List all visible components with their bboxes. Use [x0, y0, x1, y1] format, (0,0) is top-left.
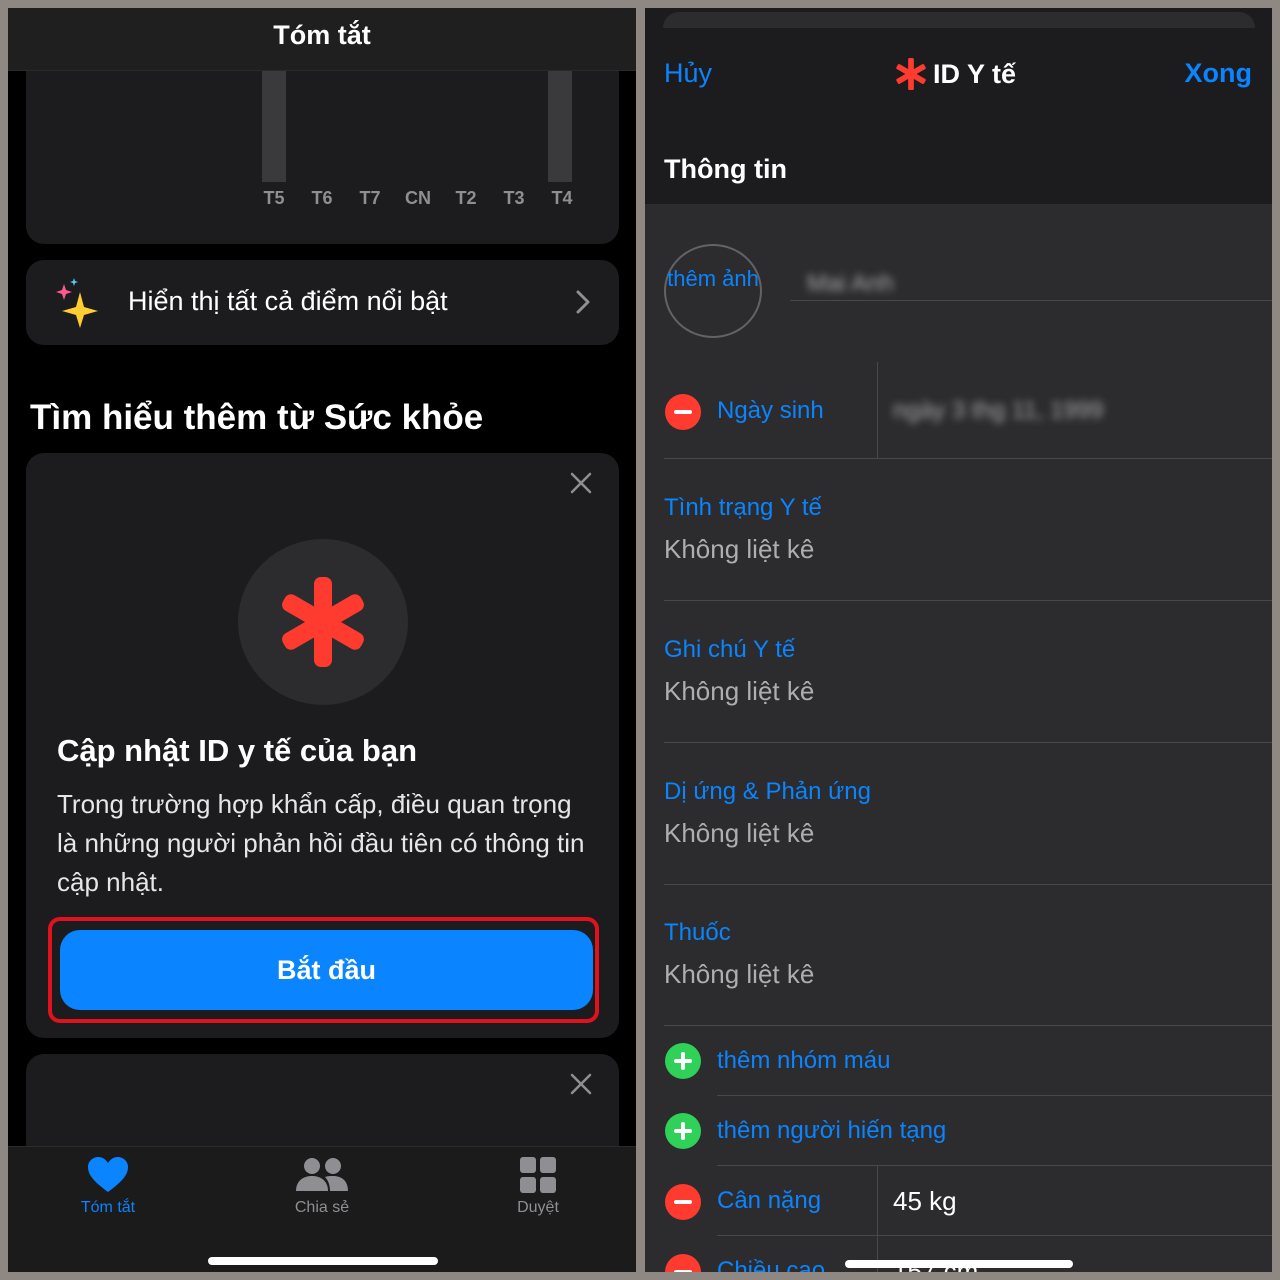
tab-label: Duyệt: [517, 1199, 559, 1216]
tab-bar: Tóm tắt Chia sẻ Duyệt: [8, 1146, 636, 1272]
tab-browse[interactable]: Duyệt: [478, 1157, 598, 1217]
done-button[interactable]: Xong: [1185, 58, 1253, 89]
chevron-right-icon: [576, 290, 590, 314]
chart-day-label: T7: [359, 188, 381, 208]
divider: [664, 458, 1272, 459]
medical-id-edit-screen: Hủy ID Y tế Xong Thông tin thêm ảnh Mai …: [645, 8, 1272, 1272]
home-indicator[interactable]: [208, 1257, 438, 1265]
heart-icon: [88, 1157, 128, 1192]
weight-value[interactable]: 45 kg: [893, 1186, 957, 1217]
height-label: Chiều cao: [717, 1257, 826, 1272]
chart-day-label: T2: [455, 188, 477, 208]
medical-asterisk-icon: [282, 577, 364, 667]
divider: [664, 742, 1272, 743]
medical-id-form: thêm ảnh Mai Anh Ngày sinh ngày 3 thg 11…: [645, 204, 1272, 1272]
remove-height-button[interactable]: [665, 1254, 701, 1272]
divider: [717, 1095, 1272, 1096]
medical-notes-value[interactable]: Không liệt kê: [664, 676, 814, 707]
medical-conditions-value[interactable]: Không liệt kê: [664, 534, 814, 565]
chart-day-label: T3: [503, 188, 525, 208]
activity-chart-card[interactable]: T5 T6 T7 CN T2 T3 T4: [26, 48, 619, 244]
add-organ-donor-label[interactable]: thêm người hiến tạng: [717, 1117, 946, 1145]
add-blood-type-label[interactable]: thêm nhóm máu: [717, 1047, 890, 1075]
title-text: ID Y tế: [933, 58, 1017, 89]
chart-bar-t4: [548, 70, 572, 182]
close-icon[interactable]: [569, 1072, 593, 1096]
tab-label: Chia sẻ: [294, 1199, 350, 1216]
info-section-title: Thông tin: [664, 154, 787, 184]
tab-label: Tóm tắt: [80, 1199, 136, 1216]
medications-label: Thuốc: [664, 919, 731, 946]
medical-asterisk-icon: [896, 58, 926, 90]
remove-weight-button[interactable]: [665, 1184, 701, 1220]
grid-icon: [520, 1157, 556, 1193]
chart-day-label: CN: [405, 188, 431, 208]
medical-conditions-label: Tình trạng Y tế: [664, 494, 822, 521]
page-title: Tóm tắt: [273, 20, 371, 50]
summary-screen: T5 T6 T7 CN T2 T3 T4 Tóm tắt Hiển thị tấ…: [8, 8, 636, 1272]
close-icon[interactable]: [569, 471, 593, 495]
divider: [664, 884, 1272, 885]
medical-id-badge: [238, 539, 408, 705]
page-title: ID Y tế: [895, 58, 1016, 90]
name-field-underline: [790, 300, 1272, 301]
learn-more-section-title: Tìm hiểu thêm từ Sức khỏe: [30, 398, 484, 437]
people-icon: [296, 1158, 348, 1191]
add-organ-donor-button[interactable]: [665, 1113, 701, 1149]
divider: [877, 1165, 878, 1235]
chart-bar-t5: [262, 70, 286, 182]
birthdate-label: Ngày sinh: [717, 397, 824, 424]
sparkles-icon: [56, 278, 98, 328]
weight-label: Cân nặng: [717, 1187, 822, 1214]
remove-birthdate-button[interactable]: [665, 394, 701, 430]
summary-header: Tóm tắt: [8, 8, 636, 71]
medical-notes-label: Ghi chú Y tế: [664, 636, 796, 663]
promo-description: Trong trường hợp khẩn cấp, điều quan trọ…: [57, 789, 585, 897]
start-button-highlight: Bắt đầu: [48, 917, 599, 1023]
tab-summary[interactable]: Tóm tắt: [48, 1157, 168, 1217]
add-blood-type-button[interactable]: [665, 1043, 701, 1079]
show-all-highlights-row[interactable]: Hiển thị tất cả điểm nổi bật: [26, 260, 619, 345]
divider: [877, 362, 878, 458]
show-all-highlights-label: Hiển thị tất cả điểm nổi bật: [128, 286, 448, 316]
cancel-button[interactable]: Hủy: [664, 58, 712, 89]
divider: [664, 600, 1272, 601]
home-indicator[interactable]: [845, 1260, 1073, 1268]
start-button[interactable]: Bắt đầu: [60, 930, 593, 1010]
medical-id-header: Hủy ID Y tế Xong Thông tin: [645, 28, 1272, 204]
medical-id-promo-card: Cập nhật ID y tế của bạn Trong trường hợ…: [26, 453, 619, 1038]
chart-day-label: T6: [311, 188, 333, 208]
divider: [717, 1165, 1272, 1166]
medications-value[interactable]: Không liệt kê: [664, 959, 814, 990]
promo-title: Cập nhật ID y tế của bạn: [57, 733, 418, 768]
divider: [717, 1235, 1272, 1236]
birthdate-value[interactable]: ngày 3 thg 11, 1999: [893, 397, 1103, 425]
chart-day-label: T4: [551, 188, 573, 208]
chart-day-label: T5: [263, 188, 285, 208]
name-field-value[interactable]: Mai Anh: [807, 270, 894, 298]
allergies-label: Dị ứng & Phản ứng: [664, 778, 871, 805]
tab-sharing[interactable]: Chia sẻ: [262, 1157, 382, 1217]
divider: [664, 1025, 1272, 1026]
add-photo-button[interactable]: thêm ảnh: [664, 244, 762, 338]
allergies-value[interactable]: Không liệt kê: [664, 818, 814, 849]
